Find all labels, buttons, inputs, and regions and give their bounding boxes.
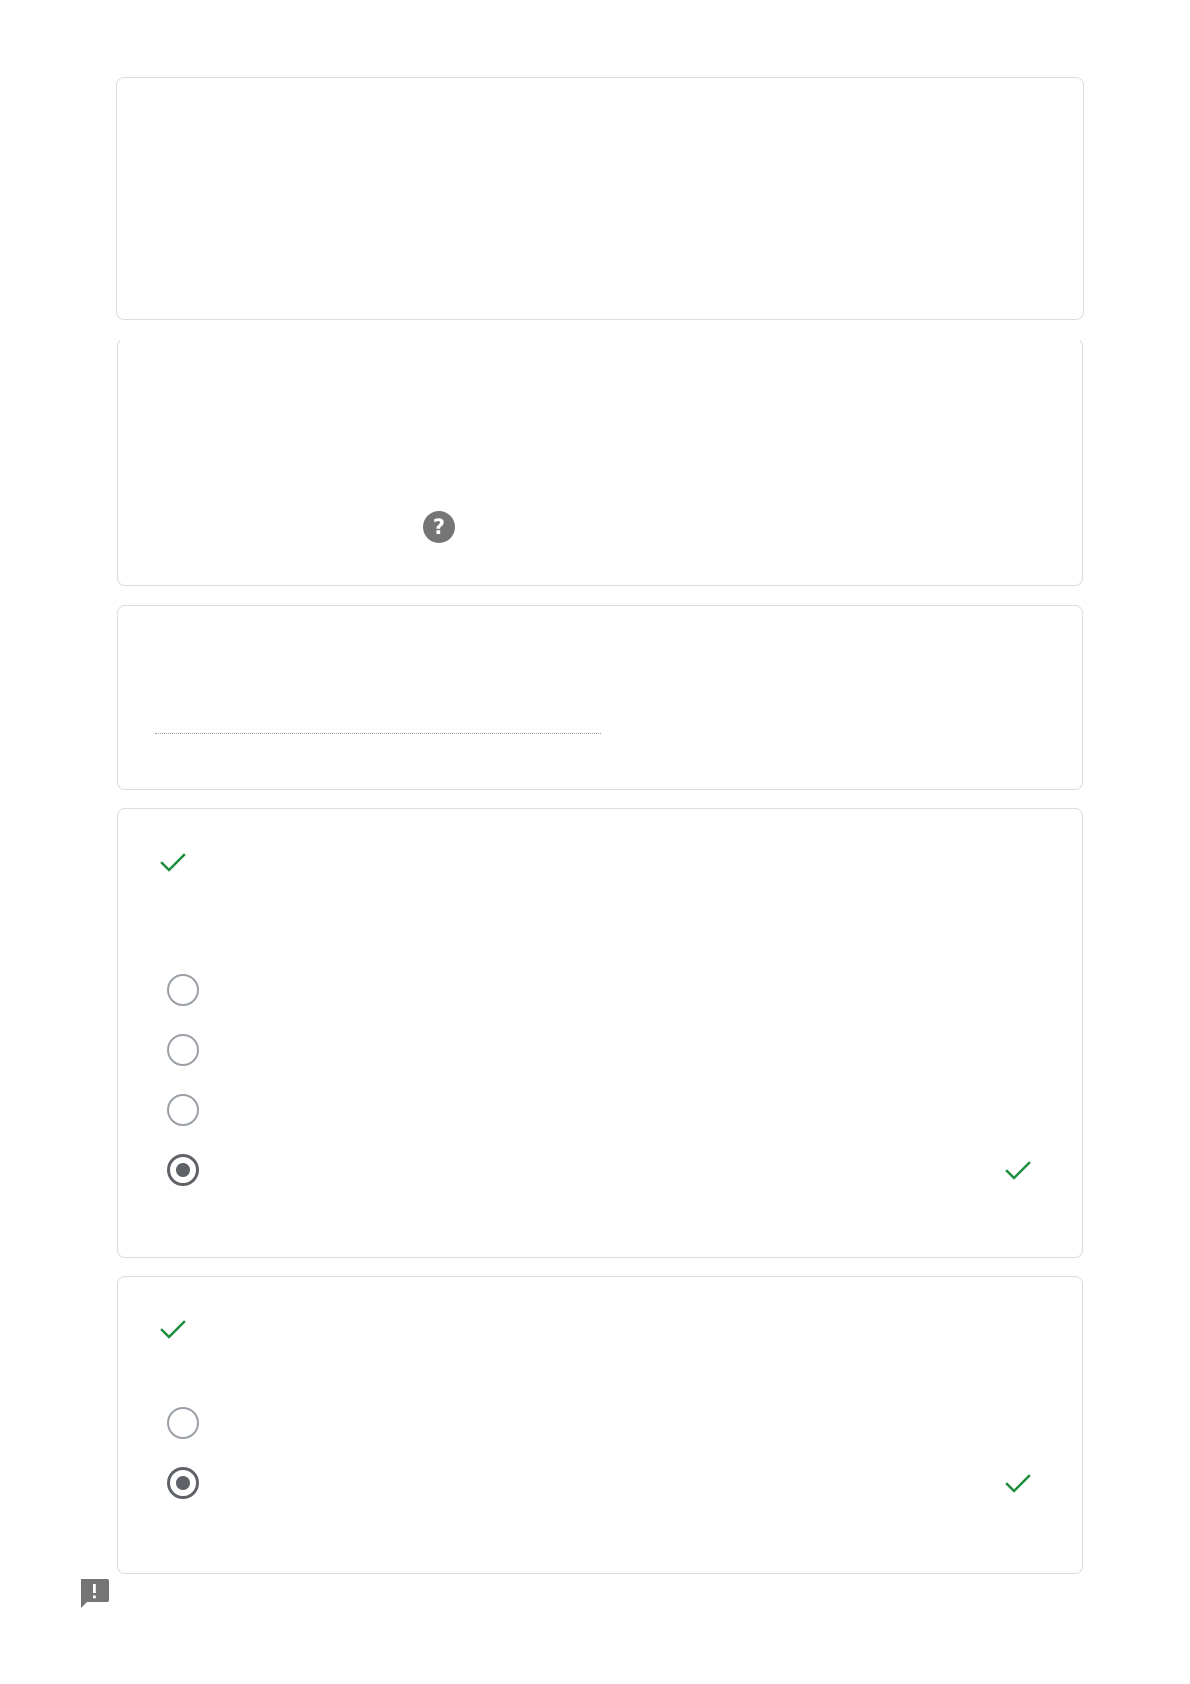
option-correct-checkmark-icon xyxy=(1002,1154,1034,1186)
form-header-card xyxy=(116,77,1084,320)
correct-checkmark-icon xyxy=(157,846,189,878)
radio-option-3[interactable] xyxy=(167,1094,199,1126)
question-card-short-answer xyxy=(117,605,1083,790)
radio-option-1[interactable] xyxy=(167,1407,199,1439)
question-card-multiple-choice-2 xyxy=(117,1276,1083,1574)
radio-option-1[interactable] xyxy=(167,974,199,1006)
short-answer-field[interactable] xyxy=(155,733,601,734)
correct-checkmark-icon xyxy=(157,1313,189,1345)
radio-option-2[interactable] xyxy=(167,1034,199,1066)
report-feedback-icon[interactable] xyxy=(78,1577,110,1611)
radio-option-2-selected[interactable] xyxy=(167,1467,199,1499)
radio-option-4-selected[interactable] xyxy=(167,1154,199,1186)
option-correct-checkmark-icon xyxy=(1002,1467,1034,1499)
question-card-multiple-choice-1 xyxy=(117,808,1083,1258)
help-circle-icon[interactable]: ? xyxy=(423,511,455,543)
radio-dot xyxy=(176,1476,190,1490)
radio-dot xyxy=(176,1163,190,1177)
question-card-help: ? xyxy=(117,338,1083,586)
